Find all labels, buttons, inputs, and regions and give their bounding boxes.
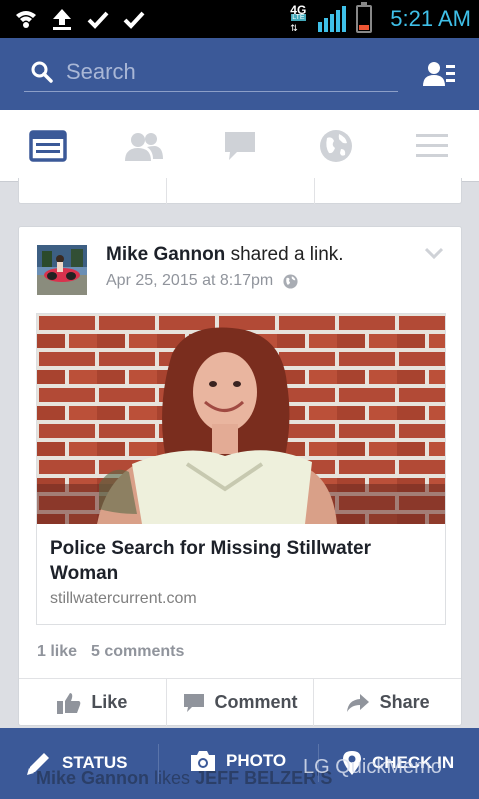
- tab-notifications[interactable]: [316, 128, 356, 164]
- comment-button[interactable]: Comment: [167, 679, 315, 726]
- upload-icon: [53, 9, 71, 30]
- search-icon: [31, 61, 53, 83]
- post-action: shared a link.: [230, 244, 344, 265]
- chevron-down-icon[interactable]: [425, 247, 443, 259]
- network-sub: LTE: [291, 14, 306, 21]
- share-button[interactable]: Share: [314, 679, 461, 726]
- thumbs-up-icon: [57, 692, 81, 714]
- search-header: Search: [0, 38, 479, 110]
- next-story-verb: likes: [154, 768, 191, 788]
- tab-more[interactable]: [412, 128, 452, 164]
- avatar[interactable]: [37, 245, 87, 295]
- comment-icon: [183, 693, 204, 712]
- share-label: Share: [379, 692, 430, 712]
- post-actions: Like Comment Share: [19, 678, 461, 726]
- globe-icon: [320, 130, 352, 162]
- post-meta: Apr 25, 2015 at 8:17pm: [106, 272, 298, 290]
- photo-label: PHOTO: [226, 751, 287, 770]
- tab-messages[interactable]: [220, 128, 260, 164]
- avatar-image: [37, 245, 87, 295]
- link-image: [37, 314, 445, 524]
- clock: 5:21 AM: [390, 6, 471, 31]
- divider: [166, 178, 167, 204]
- like-count[interactable]: 1 like: [37, 643, 77, 661]
- wifi-shield-icon: [16, 11, 36, 28]
- check-icon: [123, 11, 145, 29]
- status-label: STATUS: [62, 753, 128, 772]
- status-button[interactable]: STATUS: [26, 750, 127, 776]
- link-preview[interactable]: Police Search for Missing Stillwater Wom…: [36, 313, 446, 625]
- status-bar: 4G LTE ⇅ 5:21 AM: [0, 0, 479, 38]
- search-input[interactable]: Search: [24, 52, 398, 92]
- friends-icon: [125, 133, 163, 161]
- post-card: Mike Gannon shared a link. Apr 25, 2015 …: [18, 226, 462, 726]
- divider: [314, 178, 315, 204]
- globe-icon: [283, 273, 298, 289]
- tab-friends[interactable]: [124, 128, 164, 164]
- comment-count[interactable]: 5 comments: [91, 643, 184, 661]
- share-icon: [346, 693, 369, 712]
- divider: [158, 744, 159, 782]
- composer-bar: Mike Gannon likes JEFF BELZER'S STATUS P…: [0, 728, 479, 799]
- signal-icon: [318, 6, 347, 32]
- news-feed-icon: [29, 130, 67, 162]
- quickmemo-watermark: LG QuickMemo: [303, 756, 442, 778]
- check-icon: [87, 11, 109, 29]
- post-author[interactable]: Mike Gannon: [106, 244, 225, 265]
- post-header: Mike Gannon shared a link.: [106, 244, 344, 266]
- search-placeholder: Search: [66, 58, 136, 84]
- pencil-icon: [27, 753, 49, 775]
- brick-wall-photo: [37, 314, 445, 524]
- status-right-icons: 4G LTE ⇅ 5:21 AM: [288, 2, 471, 36]
- like-button[interactable]: Like: [19, 679, 167, 726]
- photo-button[interactable]: PHOTO: [190, 750, 286, 772]
- tab-news-feed[interactable]: [28, 128, 68, 164]
- like-label: Like: [91, 692, 128, 712]
- messages-icon: [225, 132, 255, 160]
- link-domain: stillwatercurrent.com: [50, 590, 197, 607]
- battery-icon: [356, 2, 373, 33]
- link-title[interactable]: Police Search for Missing Stillwater Wom…: [50, 536, 430, 586]
- data-arrows-icon: ⇅: [290, 23, 298, 33]
- menu-icon: [416, 134, 448, 157]
- friend-requests-icon[interactable]: [423, 60, 455, 88]
- comment-label: Comment: [214, 692, 298, 712]
- post-date[interactable]: Apr 25, 2015 at 8:17pm: [106, 272, 273, 290]
- engagement-counts: 1 like 5 comments: [37, 643, 184, 661]
- nav-tabs: [0, 110, 479, 182]
- previous-post-actions: [18, 178, 462, 204]
- camera-icon: [191, 751, 215, 771]
- status-left-icons: [14, 6, 146, 32]
- network-indicator: 4G LTE ⇅: [288, 3, 312, 35]
